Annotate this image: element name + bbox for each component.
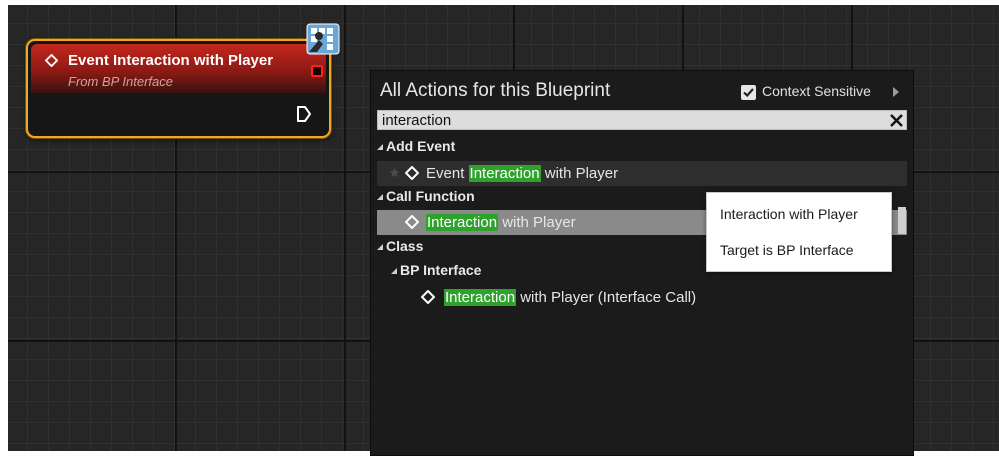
search-match-highlight: Interaction [468, 165, 541, 182]
exec-output-pin-icon[interactable] [296, 105, 312, 123]
function-diamond-icon [421, 290, 435, 304]
tooltip-target: Target is BP Interface [720, 242, 854, 258]
action-item-event-interaction[interactable]: Event Interaction with Player [377, 161, 907, 186]
event-node-subtitle: From BP Interface [68, 74, 173, 89]
event-diamond-icon [45, 54, 58, 67]
context-sensitive-checkbox[interactable] [741, 85, 756, 100]
action-tooltip: Interaction with Player Target is BP Int… [706, 192, 892, 272]
collapse-arrow-icon [377, 194, 383, 200]
event-node-title: Event Interaction with Player [68, 52, 274, 69]
collapse-arrow-icon [391, 268, 397, 274]
context-expand-arrow-icon[interactable] [893, 87, 899, 97]
search-input[interactable]: interaction [377, 110, 907, 130]
collapse-arrow-icon [377, 144, 383, 150]
delegate-output-pin[interactable] [311, 65, 323, 77]
search-match-highlight: Interaction [444, 289, 517, 306]
category-bp-interface[interactable]: BP Interface [391, 262, 481, 278]
action-item-interface-call[interactable]: Interaction with Player (Interface Call) [377, 285, 907, 310]
checkmark-icon [743, 88, 754, 98]
context-sensitive-label[interactable]: Context Sensitive [762, 83, 871, 99]
category-call-function[interactable]: Call Function [377, 188, 475, 204]
interface-event-icon [306, 23, 340, 55]
event-diamond-icon [405, 166, 419, 180]
search-match-highlight: Interaction [426, 214, 499, 231]
favorite-star-icon[interactable] [389, 167, 400, 178]
category-add-event[interactable]: Add Event [377, 138, 455, 154]
search-input-value[interactable]: interaction [382, 111, 451, 130]
collapse-arrow-icon [377, 244, 383, 250]
event-node-header: Event Interaction with Player From BP In… [31, 44, 326, 93]
event-node[interactable]: Event Interaction with Player From BP In… [26, 39, 331, 138]
scrollbar-thumb[interactable] [898, 207, 906, 234]
action-menu-title: All Actions for this Blueprint [380, 80, 611, 101]
clear-search-icon[interactable] [889, 113, 904, 128]
category-class[interactable]: Class [377, 238, 423, 254]
function-diamond-icon [405, 215, 419, 229]
tooltip-title: Interaction with Player [720, 206, 858, 222]
